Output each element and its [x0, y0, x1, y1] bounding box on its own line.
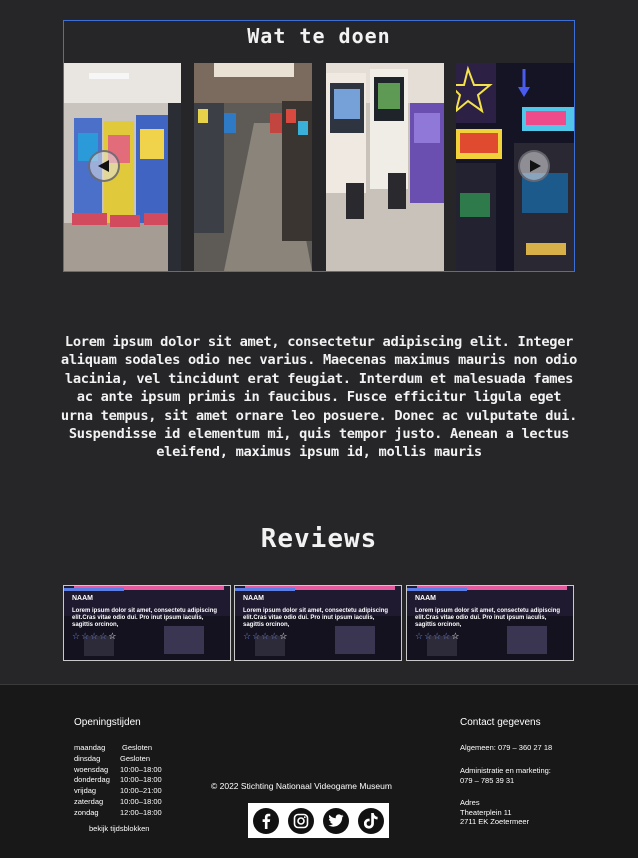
star-icon[interactable]: ☆	[415, 632, 424, 642]
hours-row: zondag 12:00–18:00	[74, 808, 162, 819]
view-time-blocks-link[interactable]: bekijk tijdsblokken	[89, 824, 149, 833]
review-name: NAAM	[72, 595, 93, 602]
instagram-icon[interactable]	[288, 807, 314, 834]
star-icon[interactable]: ☆	[424, 632, 433, 642]
contact-address-street: Theaterplein 11	[460, 807, 512, 817]
hours-day: maandag	[74, 743, 106, 752]
contact-address: Adres Theaterplein 11 2711 EK Zoetermeer	[460, 798, 529, 827]
hours-day: woensdag	[74, 764, 109, 774]
hours-time: 10:00–21:00	[120, 786, 162, 796]
reviews-title: Reviews	[260, 524, 378, 554]
star-icon[interactable]: ☆	[442, 632, 451, 642]
contact-address-label: Adres	[460, 798, 480, 807]
contact-admin-label: Administratie en marketing:	[460, 766, 551, 775]
star-icon[interactable]: ☆	[261, 632, 270, 642]
star-icon[interactable]: ☆	[433, 632, 442, 642]
star-icon[interactable]: ☆	[99, 632, 108, 642]
footer: Openingstijden maandag Gesloten dinsdag Ge…	[0, 684, 638, 858]
carousel-photo-arcade-hall	[194, 63, 312, 271]
hours-time: 10:00–18:00	[120, 775, 162, 785]
review-rating: ☆☆☆☆☆	[415, 632, 460, 642]
star-icon[interactable]: ☆	[252, 632, 261, 642]
hours-time: 10:00–18:00	[120, 796, 162, 806]
contact-admin: Administratie en marketing: 079 – 785 39…	[460, 766, 551, 785]
review-text: Lorem ipsum dolor sit amet, consectetu a…	[415, 608, 561, 628]
star-icon[interactable]: ☆	[108, 632, 117, 642]
carousel-photo-arcade-cabinets	[64, 63, 181, 271]
review-text: Lorem ipsum dolor sit amet, consectetu a…	[72, 608, 218, 628]
hours-row: vrijdag 10:00–21:00	[74, 786, 162, 797]
review-text: Lorem ipsum dolor sit amet, consectetu a…	[243, 608, 389, 628]
star-icon[interactable]: ☆	[279, 632, 288, 642]
intro-paragraph: Lorem ipsum dolor sit amet, consectetur …	[60, 334, 578, 461]
review-name: NAAM	[243, 595, 264, 602]
review-rating: ☆☆☆☆☆	[72, 632, 117, 642]
carousel-next-button[interactable]	[518, 150, 550, 182]
hours-time: 10:00–18:00	[120, 764, 162, 774]
hours-time: 12:00–18:00	[120, 807, 162, 817]
hours-day: zondag	[74, 807, 99, 817]
social-links	[248, 803, 389, 838]
star-icon[interactable]: ☆	[243, 632, 252, 642]
star-icon[interactable]: ☆	[90, 632, 99, 642]
hours-day: zaterdag	[74, 796, 104, 806]
star-icon[interactable]: ☆	[72, 632, 81, 642]
facebook-icon[interactable]	[253, 807, 279, 834]
tiktok-icon[interactable]	[358, 807, 384, 834]
opening-hours-title: Openingstijden	[74, 717, 141, 728]
hours-day: vrijdag	[74, 786, 97, 796]
review-name: NAAM	[415, 595, 436, 602]
review-card: NAAM Lorem ipsum dolor sit amet, consect…	[63, 585, 231, 661]
contact-general-phone: Algemeen: 079 – 360 27 18	[460, 743, 553, 752]
twitter-icon[interactable]	[323, 807, 349, 834]
hours-row: maandag Gesloten	[74, 743, 162, 754]
star-icon[interactable]: ☆	[270, 632, 279, 642]
hours-time: Gesloten	[120, 753, 151, 763]
carousel-photo-arcade-machines	[326, 63, 444, 271]
contact-title: Contact gegevens	[460, 717, 541, 728]
carousel-prev-button[interactable]	[88, 150, 120, 182]
copyright-text: © 2022 Stichting Nationaal Videogame Mus…	[211, 781, 392, 791]
opening-hours-table: maandag Gesloten dinsdag Gesloten woensdag…	[74, 743, 162, 819]
activities-title: Wat te doen	[247, 24, 391, 48]
contact-admin-phone: 079 – 785 39 31	[460, 775, 515, 785]
carousel-photo-neon-arcade	[456, 63, 574, 271]
hours-time: Gesloten	[122, 743, 153, 752]
hours-row: donderdag 10:00–18:00	[74, 775, 162, 786]
hours-row: zaterdag 10:00–18:00	[74, 797, 162, 808]
review-rating: ☆☆☆☆☆	[243, 632, 288, 642]
hours-day: donderdag	[74, 775, 110, 785]
review-card: NAAM Lorem ipsum dolor sit amet, consect…	[234, 585, 402, 661]
review-card: NAAM Lorem ipsum dolor sit amet, consect…	[406, 585, 574, 661]
activities-carousel: Wat te doen	[63, 20, 575, 272]
star-icon[interactable]: ☆	[451, 632, 460, 642]
hours-row: dinsdag Gesloten	[74, 754, 162, 765]
contact-address-city: 2711 EK Zoetermeer	[460, 817, 530, 826]
hours-day: dinsdag	[74, 753, 101, 763]
hours-row: woensdag 10:00–18:00	[74, 765, 162, 776]
star-icon[interactable]: ☆	[81, 632, 90, 642]
